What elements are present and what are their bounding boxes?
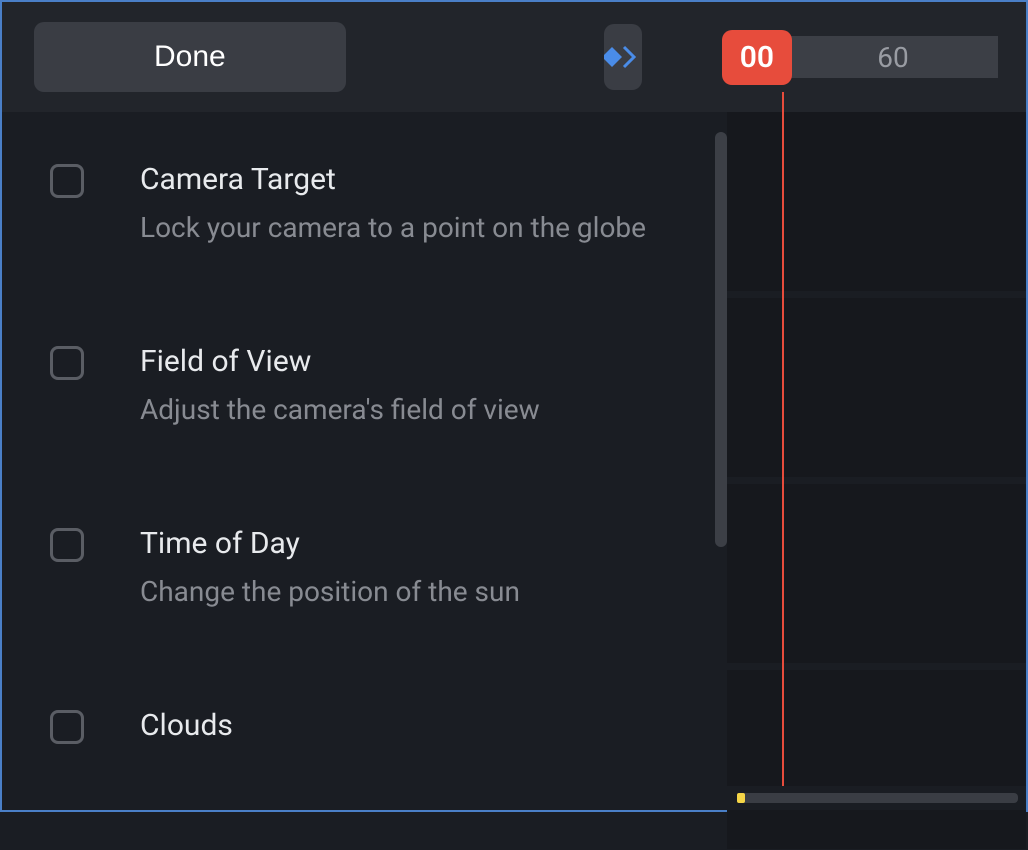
checkbox-clouds[interactable] xyxy=(50,710,84,744)
timeline-header: 00 60 xyxy=(722,30,998,85)
setting-text: Clouds xyxy=(140,708,233,757)
bottom-bar xyxy=(2,786,1026,810)
header-toolbar: Done 00 60 xyxy=(2,2,1026,112)
timeline-track[interactable] xyxy=(727,112,1026,292)
ruler-tick-label: 60 xyxy=(877,41,908,74)
timeline-playhead[interactable] xyxy=(782,92,784,786)
setting-item-time-of-day: Time of Day Change the position of the s… xyxy=(50,526,687,608)
setting-item-camera-target: Camera Target Lock your camera to a poin… xyxy=(50,162,687,244)
setting-description: Adjust the camera's field of view xyxy=(140,393,540,426)
setting-text: Camera Target Lock your camera to a poin… xyxy=(140,162,646,244)
horizontal-scrollbar[interactable] xyxy=(737,793,1018,803)
checkbox-camera-target[interactable] xyxy=(50,164,84,198)
done-button[interactable]: Done xyxy=(34,22,346,92)
setting-item-field-of-view: Field of View Adjust the camera's field … xyxy=(50,344,687,426)
keyframe-next-icon xyxy=(604,43,642,71)
timeline-track[interactable] xyxy=(727,670,1026,850)
content-area: Camera Target Lock your camera to a poin… xyxy=(2,112,1026,786)
time-ruler[interactable]: 60 xyxy=(788,36,998,78)
setting-title: Field of View xyxy=(140,344,540,379)
timeline-track[interactable] xyxy=(727,298,1026,478)
checkbox-time-of-day[interactable] xyxy=(50,528,84,562)
settings-list: Camera Target Lock your camera to a poin… xyxy=(2,112,727,786)
current-time-badge[interactable]: 00 xyxy=(722,30,792,85)
setting-title: Time of Day xyxy=(140,526,520,561)
timeline-panel xyxy=(727,112,1026,786)
setting-title: Clouds xyxy=(140,708,233,743)
setting-description: Lock your camera to a point on the globe xyxy=(140,211,646,244)
setting-text: Time of Day Change the position of the s… xyxy=(140,526,520,608)
keyframe-button[interactable] xyxy=(604,24,642,90)
setting-text: Field of View Adjust the camera's field … xyxy=(140,344,540,426)
setting-description: Change the position of the sun xyxy=(140,575,520,608)
setting-title: Camera Target xyxy=(140,162,646,197)
setting-item-clouds: Clouds xyxy=(50,708,687,757)
settings-scrollbar[interactable] xyxy=(715,132,727,547)
checkbox-field-of-view[interactable] xyxy=(50,346,84,380)
timeline-track[interactable] xyxy=(727,484,1026,664)
scrollbar-thumb[interactable] xyxy=(737,793,745,803)
